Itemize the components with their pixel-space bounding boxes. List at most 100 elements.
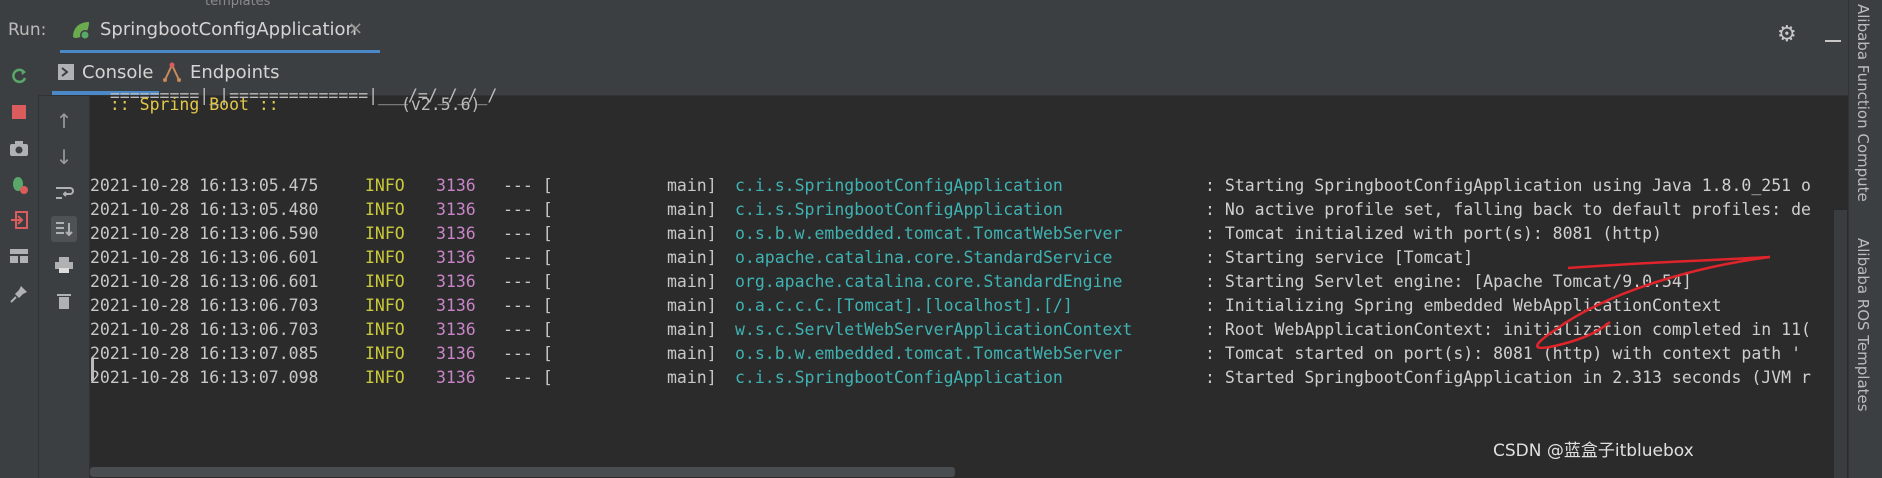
spring-boot-icon xyxy=(73,22,90,40)
log-thread: main] xyxy=(667,368,717,387)
arrow-up-icon[interactable]: ↑ xyxy=(51,108,77,134)
log-message: : Tomcat started on port(s): 8081 (http)… xyxy=(1205,344,1802,363)
editor-tab-label[interactable]: templates xyxy=(205,0,270,9)
trash-icon[interactable] xyxy=(51,288,77,314)
log-thread: main] xyxy=(667,344,717,363)
log-timestamp: 2021-10-28 16:13:06.703 xyxy=(90,320,319,339)
tab-console-label: Console xyxy=(82,61,154,83)
log-level: INFO xyxy=(365,248,405,267)
log-thread: main] xyxy=(667,320,717,339)
console-toolbar: ↑ ↓ xyxy=(39,96,90,478)
log-level: INFO xyxy=(365,296,405,315)
log-logger: o.s.b.w.embedded.tomcat.TomcatWebServer xyxy=(735,224,1123,243)
log-level: INFO xyxy=(365,176,405,195)
log-separator: --- [ xyxy=(503,224,553,243)
gear-icon[interactable]: ⚙ xyxy=(1777,22,1797,47)
log-separator: --- [ xyxy=(503,296,553,315)
log-level: INFO xyxy=(365,320,405,339)
log-message: : No active profile set, falling back to… xyxy=(1205,200,1811,219)
log-timestamp: 2021-10-28 16:13:06.703 xyxy=(90,296,319,315)
log-timestamp: 2021-10-28 16:13:05.475 xyxy=(90,176,319,195)
tab-endpoints-label: Endpoints xyxy=(190,61,280,83)
log-thread: main] xyxy=(667,224,717,243)
log-separator: --- [ xyxy=(503,272,553,291)
log-separator: --- [ xyxy=(503,320,553,339)
log-message: : Starting SpringbootConfigApplication u… xyxy=(1205,176,1811,195)
log-logger: o.a.c.c.C.[Tomcat].[localhost].[/] xyxy=(735,296,1073,315)
log-pid: 3136 xyxy=(436,344,476,363)
run-left-toolbar xyxy=(0,53,39,478)
log-logger: o.apache.catalina.core.StandardService xyxy=(735,248,1113,267)
tool-window-ros-templates[interactable]: Alibaba ROS Templates xyxy=(1854,238,1872,412)
log-message: : Starting Servlet engine: [Apache Tomca… xyxy=(1205,272,1692,291)
log-logger: c.i.s.SpringbootConfigApplication xyxy=(735,200,1063,219)
stop-icon[interactable] xyxy=(6,99,32,125)
log-thread: main] xyxy=(667,296,717,315)
horizontal-scrollbar[interactable] xyxy=(90,465,1848,478)
log-pid: 3136 xyxy=(436,224,476,243)
log-timestamp: 2021-10-28 16:13:07.085 xyxy=(90,344,319,363)
log-separator: --- [ xyxy=(503,368,553,387)
run-tab-name: SpringbootConfigApplication xyxy=(100,19,357,40)
log-separator: --- [ xyxy=(503,344,553,363)
log-separator: --- [ xyxy=(503,176,553,195)
vertical-scrollbar[interactable] xyxy=(1834,210,1847,478)
log-timestamp: 2021-10-28 16:13:06.601 xyxy=(90,272,319,291)
camera-icon[interactable] xyxy=(6,135,32,161)
tool-window-function-compute[interactable]: Alibaba Function Compute xyxy=(1854,4,1872,202)
log-message: : Started SpringbootConfigApplication in… xyxy=(1205,368,1811,387)
watermark: CSDN @蓝盒子itbluebox xyxy=(1493,441,1694,461)
log-separator: --- [ xyxy=(503,248,553,267)
scroll-to-end-icon[interactable] xyxy=(51,216,77,242)
right-tool-window-strip: Alibaba Function Compute Alibaba ROS Tem… xyxy=(1848,0,1882,478)
minimize-icon[interactable] xyxy=(1825,40,1841,42)
console-output[interactable]: =========|_|==============|___/=/_/_/_/ … xyxy=(90,86,1848,478)
log-timestamp: 2021-10-28 16:13:05.480 xyxy=(90,200,319,219)
log-level: INFO xyxy=(365,344,405,363)
log-separator: --- [ xyxy=(503,200,553,219)
log-pid: 3136 xyxy=(436,272,476,291)
spring-boot-version: (v2.5.6) xyxy=(401,95,481,114)
log-pid: 3136 xyxy=(436,368,476,387)
log-logger: c.i.s.SpringbootConfigApplication xyxy=(735,368,1063,387)
log-pid: 3136 xyxy=(436,248,476,267)
run-configuration-tab[interactable]: SpringbootConfigApplication × xyxy=(60,10,380,54)
log-pid: 3136 xyxy=(436,176,476,195)
horizontal-scrollbar-thumb[interactable] xyxy=(90,467,955,477)
log-pid: 3136 xyxy=(436,320,476,339)
console-icon xyxy=(58,64,74,80)
print-icon[interactable] xyxy=(51,252,77,278)
log-thread: main] xyxy=(667,248,717,267)
log-logger: o.s.b.w.embedded.tomcat.TomcatWebServer xyxy=(735,344,1123,363)
run-toolbar: Run: SpringbootConfigApplication × ⚙ xyxy=(0,10,1848,54)
log-logger: c.i.s.SpringbootConfigApplication xyxy=(735,176,1063,195)
log-thread: main] xyxy=(667,272,717,291)
log-pid: 3136 xyxy=(436,200,476,219)
log-thread: main] xyxy=(667,200,717,219)
soft-wrap-icon[interactable] xyxy=(51,180,77,206)
log-level: INFO xyxy=(365,200,405,219)
log-message: : Starting service [Tomcat] xyxy=(1205,248,1474,267)
log-thread: main] xyxy=(667,176,717,195)
text-cursor xyxy=(91,359,94,381)
log-message: : Tomcat initialized with port(s): 8081 … xyxy=(1205,224,1662,243)
exit-icon[interactable] xyxy=(6,207,32,233)
log-level: INFO xyxy=(365,272,405,291)
endpoints-icon xyxy=(162,62,182,82)
log-message: : Root WebApplicationContext: initializa… xyxy=(1205,320,1811,339)
arrow-down-icon[interactable]: ↓ xyxy=(51,144,77,170)
log-timestamp: 2021-10-28 16:13:06.601 xyxy=(90,248,319,267)
rerun-icon[interactable] xyxy=(6,63,32,89)
pin-icon[interactable] xyxy=(6,281,32,307)
close-icon[interactable]: × xyxy=(348,18,363,39)
log-logger: w.s.c.ServletWebServerApplicationContext xyxy=(735,320,1133,339)
layout-icon[interactable] xyxy=(6,243,32,269)
debug-icon[interactable] xyxy=(6,171,32,197)
log-level: INFO xyxy=(365,368,405,387)
log-pid: 3136 xyxy=(436,296,476,315)
log-message: : Initializing Spring embedded WebApplic… xyxy=(1205,296,1722,315)
run-label: Run: xyxy=(8,20,47,40)
spring-boot-banner: :: Spring Boot :: (v2.5.6) xyxy=(90,93,481,117)
log-timestamp: 2021-10-28 16:13:06.590 xyxy=(90,224,319,243)
log-level: INFO xyxy=(365,224,405,243)
